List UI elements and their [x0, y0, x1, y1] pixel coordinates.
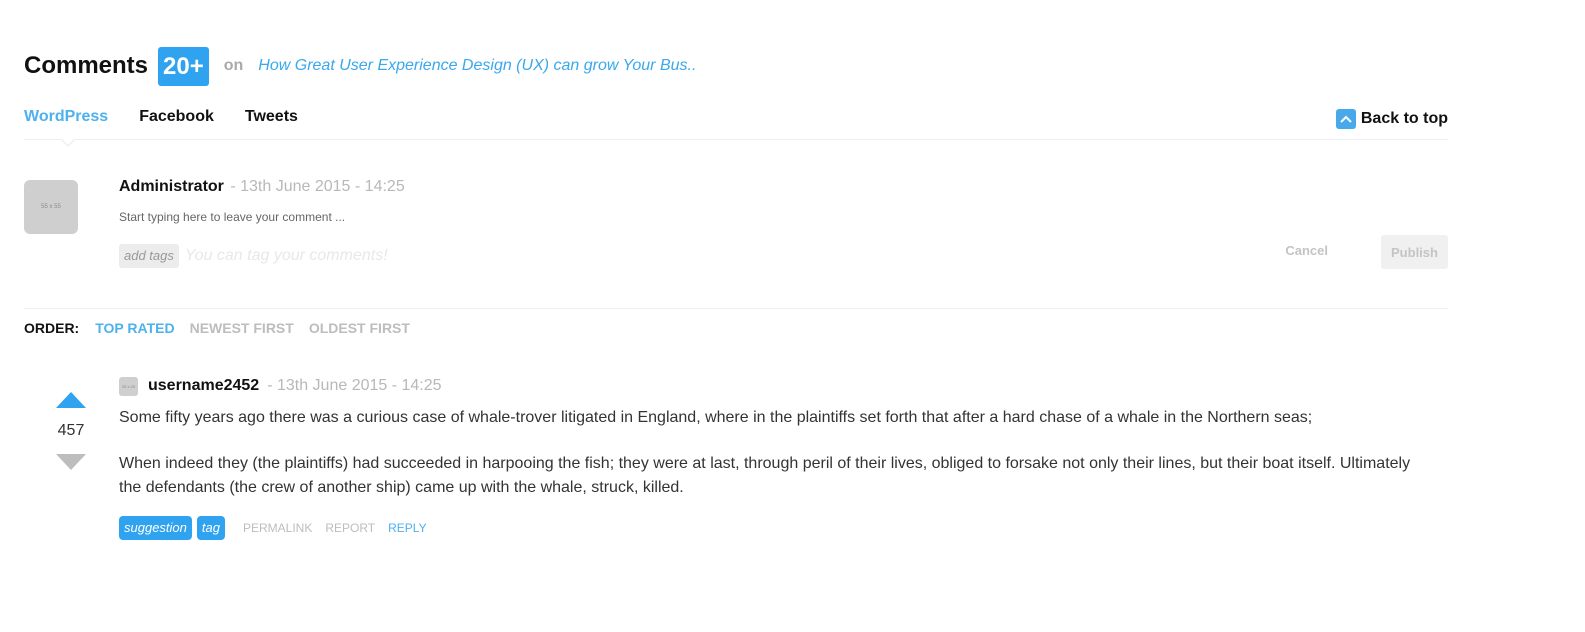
upvote-arrow-icon[interactable] [56, 392, 86, 408]
order-oldest-first[interactable]: OLDEST FIRST [309, 320, 410, 336]
vote-score: 457 [57, 422, 85, 439]
comment-footer: suggestion tag PERMALINK REPORT REPLY [119, 516, 427, 540]
reply-link[interactable]: REPLY [388, 521, 426, 535]
compose-box: Administrator - 13th June 2015 - 14:25 S… [119, 178, 1448, 269]
order-bar: ORDER: TOP RATED NEWEST FIRST OLDEST FIR… [24, 320, 425, 336]
active-tab-caret-icon [60, 138, 76, 147]
post-title-link[interactable]: How Great User Experience Design (UX) ca… [258, 57, 696, 75]
source-tabs: WordPress Facebook Tweets [24, 108, 329, 126]
comment-input[interactable]: Start typing here to leave your comment … [119, 210, 345, 224]
order-top-rated[interactable]: TOP RATED [95, 320, 174, 336]
comments-header: Comments 20+ on How Great User Experienc… [24, 46, 696, 86]
tab-tweets[interactable]: Tweets [245, 108, 298, 126]
publish-button[interactable]: Publish [1381, 235, 1448, 269]
comment-date: - 13th June 2015 - 14:25 [267, 377, 442, 394]
comment-count-badge: 20+ [158, 46, 209, 86]
tab-wordpress[interactable]: WordPress [24, 108, 108, 126]
back-to-top-button[interactable]: Back to top [1335, 109, 1448, 129]
tag-input[interactable] [184, 247, 485, 265]
compose-tags-row: add tags [119, 244, 485, 268]
cancel-button[interactable]: Cancel [1285, 240, 1328, 262]
comments-title: Comments [24, 52, 149, 79]
avatar: 20 x 20 [119, 376, 138, 396]
comment-paragraph: Some fifty years ago there was a curious… [119, 409, 1313, 426]
add-tags-button[interactable]: add tags [119, 244, 179, 268]
tag-suggestion[interactable]: suggestion [119, 516, 192, 540]
compose-author: Administrator [119, 178, 224, 195]
comment-header: 20 x 20 username2452 - 13th June 2015 - … [119, 376, 1419, 396]
back-to-top-label: Back to top [1360, 110, 1448, 127]
comments-section: Comments 20+ on How Great User Experienc… [24, 0, 1448, 632]
compose-avatar: 55 x 55 [24, 180, 78, 234]
compose-date: - 13th June 2015 - 14:25 [230, 178, 405, 195]
comment-item: 20 x 20 username2452 - 13th June 2015 - … [119, 376, 1419, 540]
comment-username[interactable]: username2452 [148, 377, 259, 395]
report-link[interactable]: REPORT [325, 521, 375, 535]
downvote-arrow-icon[interactable] [56, 454, 86, 470]
compose-divider [24, 308, 1448, 309]
chevron-up-icon [1335, 109, 1356, 129]
on-label: on [223, 57, 244, 74]
vote-widget: 457 [56, 392, 86, 470]
order-newest-first[interactable]: NEWEST FIRST [190, 320, 294, 336]
comment-paragraph: When indeed they (the plaintiffs) had su… [119, 455, 1411, 496]
tab-facebook[interactable]: Facebook [139, 108, 214, 126]
order-label: ORDER: [24, 320, 80, 336]
permalink-link[interactable]: PERMALINK [243, 521, 312, 535]
tabs-divider [24, 139, 1448, 140]
tag-tag[interactable]: tag [196, 516, 225, 540]
